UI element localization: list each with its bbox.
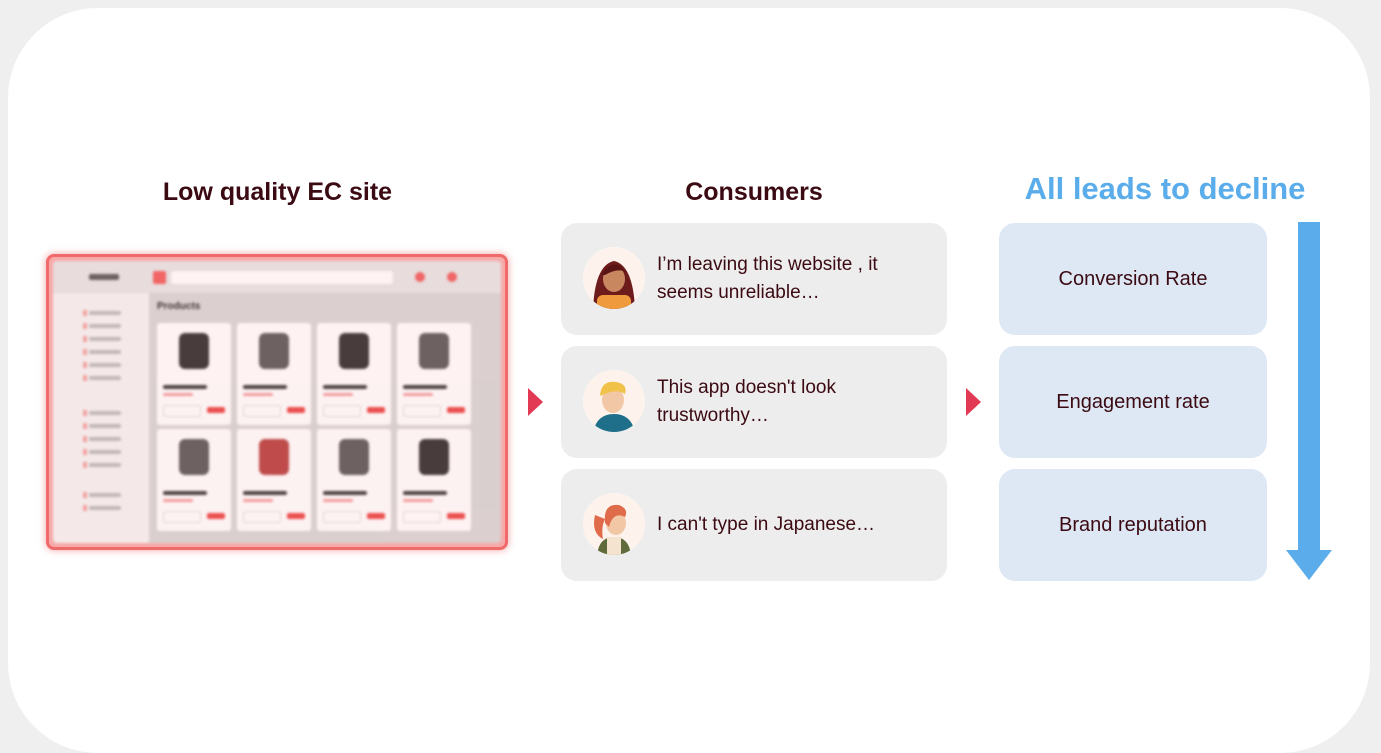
- mock-topbar: [53, 261, 501, 293]
- mock-sidebar-item: [83, 505, 121, 511]
- metric-brand-reputation: Brand reputation: [999, 469, 1267, 581]
- mock-flag-icon: [415, 272, 425, 282]
- mock-sidebar: [53, 293, 149, 543]
- mock-sidebar-item: [83, 492, 121, 498]
- mock-menu-icon: [153, 271, 166, 284]
- mock-sidebar-item: [83, 436, 121, 442]
- woman-dark-hair-avatar: [583, 247, 645, 309]
- mock-sidebar-item: [83, 336, 121, 342]
- consumer-bubble-3: I can't type in Japanese…: [561, 469, 947, 581]
- consumer-quote-1: I’m leaving this website , it seems unre…: [657, 254, 878, 303]
- consumers-heading: Consumers: [685, 178, 823, 206]
- consumer-quote-2: This app doesn't look trustworthy…: [657, 377, 836, 426]
- mock-product-card: [157, 323, 231, 425]
- mock-avatar: [447, 272, 457, 282]
- ec-site-heading: Low quality EC site: [162, 178, 393, 206]
- consumer-bubble-1: I’m leaving this website , it seems unre…: [561, 223, 947, 335]
- mock-products-title: Products: [157, 301, 201, 312]
- consumer-quote-3: I can't type in Japanese…: [657, 514, 876, 535]
- flow-arrow-1: [528, 388, 543, 416]
- mock-logo: [89, 274, 119, 280]
- mock-sidebar-item: [83, 323, 121, 329]
- mock-sidebar-item: [83, 449, 121, 455]
- mock-sidebar-item: [83, 375, 121, 381]
- mock-sidebar-item: [83, 349, 121, 355]
- ec-site-mock: Products: [53, 261, 501, 543]
- woman-red-ponytail-avatar: [583, 493, 645, 555]
- decline-arrow-head: [1286, 550, 1332, 580]
- mock-product-card: [157, 429, 231, 531]
- mock-sidebar-item: [83, 310, 121, 316]
- mock-sidebar-item: [83, 423, 121, 429]
- mock-main: Products: [149, 293, 501, 543]
- mock-search-bar: [171, 271, 393, 284]
- mock-product-card: [237, 323, 311, 425]
- man-blond-hair-avatar: [583, 370, 645, 432]
- metric-conversion-rate: Conversion Rate: [999, 223, 1267, 335]
- flow-arrow-2: [966, 388, 981, 416]
- mock-sidebar-item: [83, 462, 121, 468]
- mock-product-card: [397, 429, 471, 531]
- consumer-bubble-2: This app doesn't look trustworthy…: [561, 346, 947, 458]
- mock-product-card: [317, 323, 391, 425]
- ec-site-screenshot: Products: [46, 254, 508, 550]
- mock-sidebar-item: [83, 362, 121, 368]
- decline-heading: All leads to decline: [1024, 171, 1306, 206]
- mock-product-card: [317, 429, 391, 531]
- mock-product-card: [237, 429, 311, 531]
- mock-sidebar-item: [83, 410, 121, 416]
- mock-product-card: [397, 323, 471, 425]
- decline-arrow: [1298, 222, 1320, 552]
- metric-engagement-rate: Engagement rate: [999, 346, 1267, 458]
